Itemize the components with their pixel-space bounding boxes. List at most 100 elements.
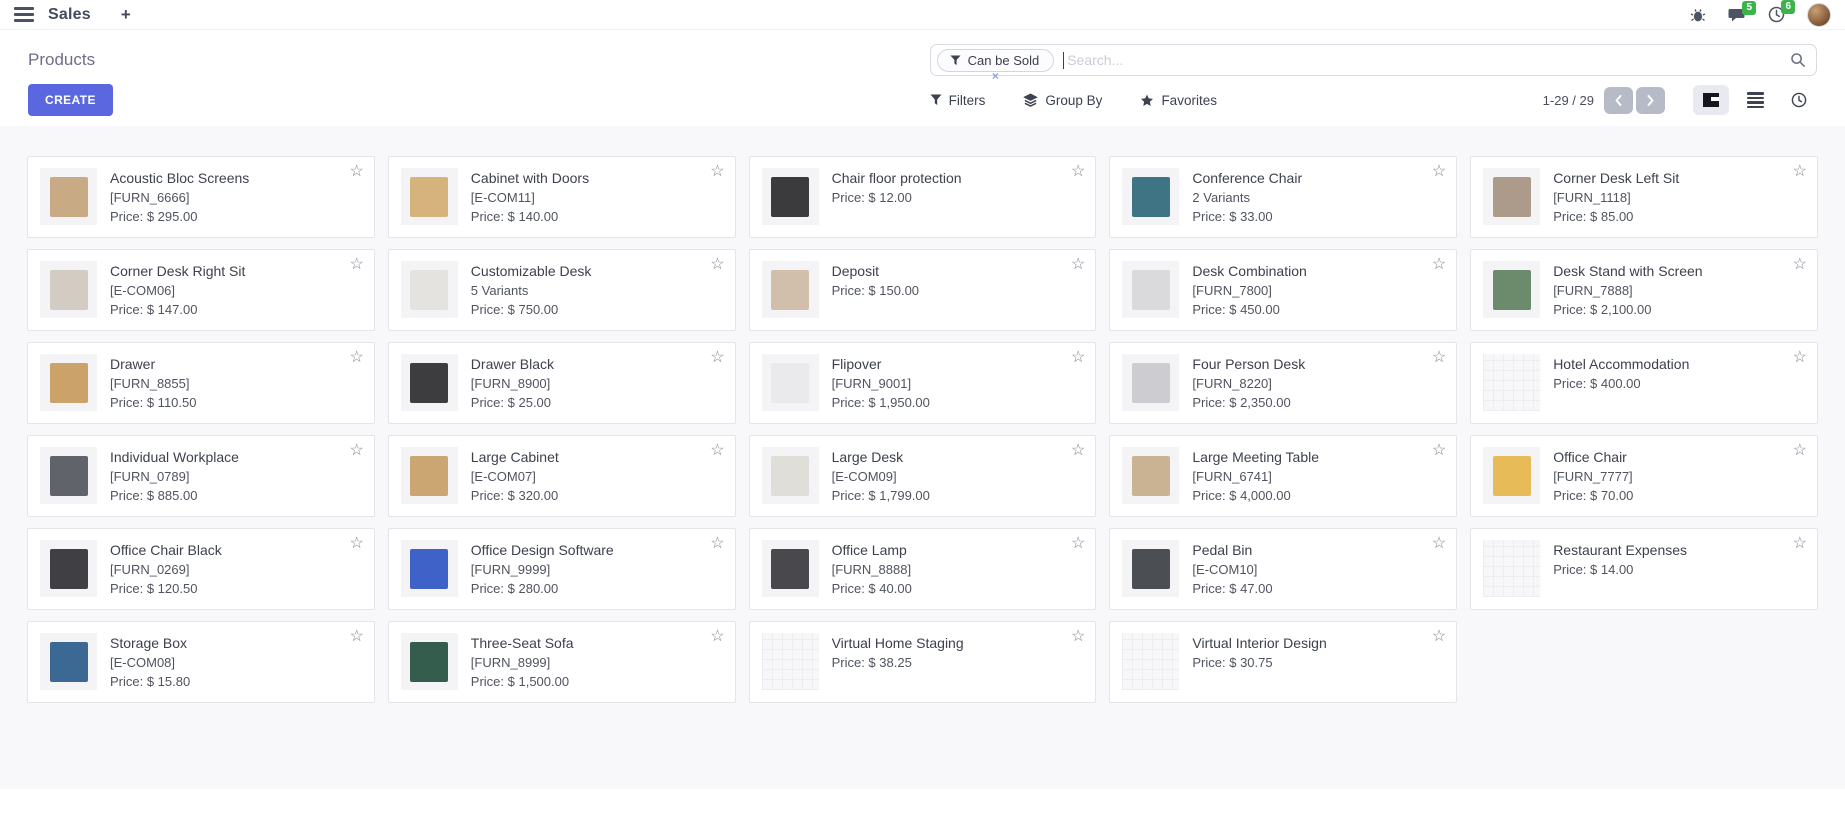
app-name[interactable]: Sales <box>48 6 91 24</box>
favorite-star-icon[interactable]: ☆ <box>1432 164 1446 180</box>
product-card[interactable]: Drawer [FURN_8855] Price: $ 110.50 ☆ <box>27 342 375 424</box>
search-box[interactable]: Can be Sold × <box>930 44 1817 76</box>
search-input[interactable] <box>1067 52 1790 68</box>
facet-remove-icon[interactable]: × <box>992 70 999 82</box>
product-card[interactable]: Flipover [FURN_9001] Price: $ 1,950.00 ☆ <box>749 342 1097 424</box>
favorite-star-icon[interactable]: ☆ <box>1071 536 1085 552</box>
favorite-star-icon[interactable]: ☆ <box>1071 257 1085 273</box>
product-thumbnail <box>401 447 458 504</box>
product-card[interactable]: Hotel Accommodation Price: $ 400.00 ☆ <box>1470 342 1818 424</box>
page-title: Products <box>28 50 930 70</box>
product-card[interactable]: Drawer Black [FURN_8900] Price: $ 25.00 … <box>388 342 736 424</box>
favorite-star-icon[interactable]: ☆ <box>1432 629 1446 645</box>
product-card[interactable]: Corner Desk Left Sit [FURN_1118] Price: … <box>1470 156 1818 238</box>
apps-menu-icon[interactable] <box>14 7 34 22</box>
product-subtitle: [FURN_7888] <box>1553 281 1724 300</box>
debug-bug-icon[interactable] <box>1690 7 1706 23</box>
favorite-star-icon[interactable]: ☆ <box>1071 629 1085 645</box>
search-icon[interactable] <box>1790 52 1806 68</box>
product-name: Desk Combination <box>1192 262 1328 281</box>
product-card-text: Large Cabinet [E-COM07] Price: $ 320.00 <box>471 447 581 505</box>
favorite-star-icon[interactable]: ☆ <box>1793 257 1807 273</box>
pager-next-button[interactable] <box>1636 87 1665 114</box>
product-card[interactable]: Storage Box [E-COM08] Price: $ 15.80 ☆ <box>27 621 375 703</box>
create-button[interactable]: CREATE <box>28 84 113 116</box>
product-card[interactable]: Chair floor protection Price: $ 12.00 ☆ <box>749 156 1097 238</box>
product-price: Price: $ 147.00 <box>110 300 267 319</box>
product-card[interactable]: Office Design Software [FURN_9999] Price… <box>388 528 736 610</box>
product-card[interactable]: Corner Desk Right Sit [E-COM06] Price: $… <box>27 249 375 331</box>
product-card[interactable]: Office Chair [FURN_7777] Price: $ 70.00 … <box>1470 435 1818 517</box>
favorite-star-icon[interactable]: ☆ <box>1793 443 1807 459</box>
product-card[interactable]: Deposit Price: $ 150.00 ☆ <box>749 249 1097 331</box>
kanban-view-button[interactable] <box>1693 85 1729 115</box>
product-card[interactable]: Four Person Desk [FURN_8220] Price: $ 2,… <box>1109 342 1457 424</box>
favorite-star-icon[interactable]: ☆ <box>710 350 724 366</box>
activity-view-button[interactable] <box>1781 85 1817 115</box>
product-card-text: Virtual Interior Design Price: $ 30.75 <box>1192 633 1348 691</box>
filters-button[interactable]: Filters <box>930 93 986 108</box>
plus-icon[interactable]: + <box>121 6 131 23</box>
product-card[interactable]: Large Desk [E-COM09] Price: $ 1,799.00 ☆ <box>749 435 1097 517</box>
favorite-star-icon[interactable]: ☆ <box>1071 443 1085 459</box>
product-subtitle: [FURN_8855] <box>110 374 196 393</box>
favorite-star-icon[interactable]: ☆ <box>1432 443 1446 459</box>
product-card[interactable]: Customizable Desk 5 Variants Price: $ 75… <box>388 249 736 331</box>
product-thumbnail <box>1122 168 1179 225</box>
group-by-button[interactable]: Group By <box>1023 93 1102 108</box>
favorite-star-icon[interactable]: ☆ <box>1071 164 1085 180</box>
product-card[interactable]: Large Cabinet [E-COM07] Price: $ 320.00 … <box>388 435 736 517</box>
list-view-button[interactable] <box>1737 85 1773 115</box>
product-card[interactable]: Individual Workplace [FURN_0789] Price: … <box>27 435 375 517</box>
product-card[interactable]: Virtual Interior Design Price: $ 30.75 ☆ <box>1109 621 1457 703</box>
product-card[interactable]: Large Meeting Table [FURN_6741] Price: $… <box>1109 435 1457 517</box>
product-card-text: Office Chair Black [FURN_0269] Price: $ … <box>110 540 244 598</box>
favorite-star-icon[interactable]: ☆ <box>349 536 363 552</box>
favorites-button[interactable]: Favorites <box>1140 93 1217 108</box>
product-price: Price: $ 38.25 <box>832 653 986 672</box>
favorite-star-icon[interactable]: ☆ <box>349 164 363 180</box>
favorite-star-icon[interactable]: ☆ <box>1793 164 1807 180</box>
product-subtitle: [FURN_8999] <box>471 653 596 672</box>
favorite-star-icon[interactable]: ☆ <box>349 350 363 366</box>
product-card[interactable]: Pedal Bin [E-COM10] Price: $ 47.00 ☆ <box>1109 528 1457 610</box>
favorite-star-icon[interactable]: ☆ <box>1432 257 1446 273</box>
pager-previous-button[interactable] <box>1604 87 1633 114</box>
product-card[interactable]: Acoustic Bloc Screens [FURN_6666] Price:… <box>27 156 375 238</box>
product-card[interactable]: Three-Seat Sofa [FURN_8999] Price: $ 1,5… <box>388 621 736 703</box>
product-card[interactable]: Restaurant Expenses Price: $ 14.00 ☆ <box>1470 528 1818 610</box>
product-card[interactable]: Office Lamp [FURN_8888] Price: $ 40.00 ☆ <box>749 528 1097 610</box>
product-subtitle: [FURN_0789] <box>110 467 261 486</box>
product-card[interactable]: Cabinet with Doors [E-COM11] Price: $ 14… <box>388 156 736 238</box>
favorite-star-icon[interactable]: ☆ <box>710 443 724 459</box>
messages-icon[interactable]: 5 <box>1728 7 1746 23</box>
product-card[interactable]: Conference Chair 2 Variants Price: $ 33.… <box>1109 156 1457 238</box>
product-card[interactable]: Desk Combination [FURN_7800] Price: $ 45… <box>1109 249 1457 331</box>
favorite-star-icon[interactable]: ☆ <box>1071 350 1085 366</box>
product-card[interactable]: Office Chair Black [FURN_0269] Price: $ … <box>27 528 375 610</box>
product-card[interactable]: Virtual Home Staging Price: $ 38.25 ☆ <box>749 621 1097 703</box>
product-name: Deposit <box>832 262 919 281</box>
user-avatar[interactable] <box>1807 3 1831 27</box>
favorite-star-icon[interactable]: ☆ <box>1793 536 1807 552</box>
favorite-star-icon[interactable]: ☆ <box>349 257 363 273</box>
favorite-star-icon[interactable]: ☆ <box>349 443 363 459</box>
product-name: Office Chair Black <box>110 541 244 560</box>
product-price: Price: $ 2,100.00 <box>1553 300 1724 319</box>
product-card[interactable]: Desk Stand with Screen [FURN_7888] Price… <box>1470 249 1818 331</box>
favorite-star-icon[interactable]: ☆ <box>1432 350 1446 366</box>
control-panel: Products Can be Sold × CREATE <box>0 30 1845 126</box>
activities-clock-icon[interactable]: 6 <box>1768 6 1785 23</box>
top-navbar: Sales + 5 6 <box>0 0 1845 30</box>
favorite-star-icon[interactable]: ☆ <box>710 629 724 645</box>
favorite-star-icon[interactable]: ☆ <box>710 164 724 180</box>
favorite-star-icon[interactable]: ☆ <box>1432 536 1446 552</box>
favorite-star-icon[interactable]: ☆ <box>710 257 724 273</box>
product-subtitle: [FURN_7800] <box>1192 281 1328 300</box>
favorite-star-icon[interactable]: ☆ <box>710 536 724 552</box>
favorite-star-icon[interactable]: ☆ <box>1793 350 1807 366</box>
product-subtitle: [FURN_9999] <box>471 560 636 579</box>
product-price: Price: $ 25.00 <box>471 393 576 412</box>
favorite-star-icon[interactable]: ☆ <box>349 629 363 645</box>
pager-value[interactable]: 1-29 / 29 <box>1543 93 1594 108</box>
